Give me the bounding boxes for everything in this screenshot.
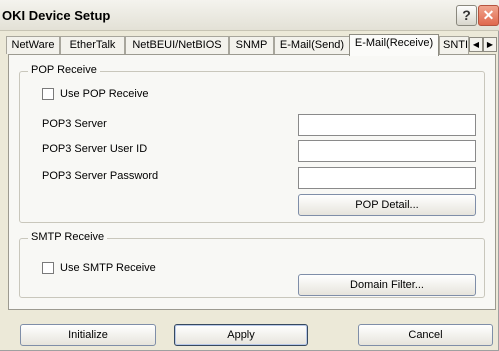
tab-snti[interactable]: SNTI <box>439 36 469 54</box>
tab-panel-email-receive: POP Receive Use POP Receive POP3 Server … <box>8 54 496 310</box>
smtp-receive-group-label: SMTP Receive <box>28 231 108 243</box>
tab-scroll-right-button[interactable]: ▶ <box>483 37 497 52</box>
arrow-right-icon: ▶ <box>486 40 494 49</box>
tab-strip: NetWare EtherTalk NetBEUI/NetBIOS SNMP E… <box>6 34 499 56</box>
apply-button[interactable]: Apply <box>174 324 308 346</box>
initialize-button[interactable]: Initialize <box>20 324 156 346</box>
help-button[interactable]: ? <box>456 5 477 26</box>
use-smtp-receive-label: Use SMTP Receive <box>60 262 156 274</box>
use-pop-receive-checkbox[interactable] <box>42 88 54 100</box>
cancel-button[interactable]: Cancel <box>358 324 493 346</box>
tab-scroll-left-button[interactable]: ◀ <box>469 37 483 52</box>
pop3-user-id-label: POP3 Server User ID <box>42 143 148 155</box>
close-button[interactable]: ✕ <box>478 5 499 26</box>
tab-ethertalk[interactable]: EtherTalk <box>60 36 125 54</box>
pop3-server-label: POP3 Server <box>42 118 107 130</box>
tab-netware[interactable]: NetWare <box>6 36 60 54</box>
arrow-left-icon: ◀ <box>472 40 480 49</box>
pop3-password-label: POP3 Server Password <box>42 170 159 182</box>
pop-detail-button[interactable]: POP Detail... <box>298 194 476 216</box>
window-title: OKI Device Setup <box>2 8 111 23</box>
help-icon: ? <box>462 7 471 23</box>
tab-netbeui-netbios[interactable]: NetBEUI/NetBIOS <box>125 36 229 54</box>
pop-receive-group-label: POP Receive <box>28 64 100 76</box>
pop3-server-input[interactable] <box>298 114 476 136</box>
use-pop-receive-label: Use POP Receive <box>60 88 149 100</box>
domain-filter-button[interactable]: Domain Filter... <box>298 274 476 296</box>
smtp-receive-group: SMTP Receive Use SMTP Receive Domain Fil… <box>19 231 485 298</box>
tab-email-receive[interactable]: E-Mail(Receive) <box>349 34 439 56</box>
pop3-user-id-input[interactable] <box>298 140 476 162</box>
tab-snmp[interactable]: SNMP <box>229 36 274 54</box>
use-smtp-receive-checkbox[interactable] <box>42 262 54 274</box>
pop-receive-group: POP Receive Use POP Receive POP3 Server … <box>19 64 485 223</box>
pop3-password-input[interactable] <box>298 167 476 189</box>
oki-device-setup-window: OKI Device Setup ? ✕ NetWare EtherTalk N… <box>0 0 499 351</box>
use-smtp-receive-row[interactable]: Use SMTP Receive <box>42 262 172 276</box>
close-icon: ✕ <box>482 7 495 23</box>
use-pop-receive-row[interactable]: Use POP Receive <box>42 88 172 102</box>
title-bar[interactable]: OKI Device Setup ? ✕ <box>0 0 499 31</box>
tab-email-send[interactable]: E-Mail(Send) <box>274 36 350 54</box>
